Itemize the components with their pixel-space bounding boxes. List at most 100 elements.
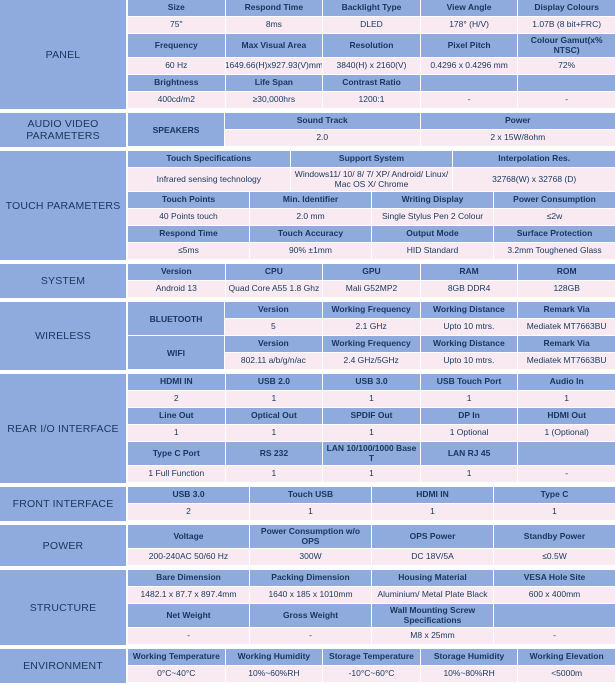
spec-category-label: FRONT INTERFACE bbox=[0, 487, 128, 521]
spec-field-label: Brightness bbox=[128, 75, 226, 92]
spec-field-label: Surface Protection bbox=[494, 226, 615, 243]
spec-field-label: Pixel Pitch bbox=[421, 34, 519, 58]
spec-field-value: ≤2w bbox=[494, 209, 615, 226]
spec-field-value: 90% ±1mm bbox=[250, 243, 372, 260]
spec-field-value: 1 bbox=[323, 391, 421, 408]
spec-data-row: 2.02 x 15W/8ohm bbox=[225, 130, 615, 147]
spec-field-value: - bbox=[421, 92, 519, 109]
spec-header-row: Type C PortRS 232LAN 10/100/1000 Base TL… bbox=[128, 442, 615, 466]
spec-field-value: 3840(H) x 2160(V) bbox=[323, 58, 421, 75]
spec-field-value: 802.11 a/b/g/n/ac bbox=[225, 353, 323, 370]
spec-section: FRONT INTERFACEUSB 3.0Touch USBHDMI INTy… bbox=[0, 485, 615, 523]
spec-field-label: Version bbox=[225, 336, 323, 353]
spec-data-row: 2111 bbox=[128, 504, 615, 521]
spec-category-label: POWER bbox=[0, 525, 128, 566]
spec-field-label: Packing Dimension bbox=[250, 570, 372, 587]
spec-field-label: Gross Weight bbox=[250, 604, 372, 628]
spec-field-value: Aluminium/ Metal Plate Black bbox=[372, 587, 494, 604]
spec-field-label: Version bbox=[225, 302, 323, 319]
spec-field-label: Version bbox=[128, 264, 226, 281]
spec-field-label: Display Colours bbox=[518, 0, 615, 17]
spec-rows: SizeRespond TimeBacklight TypeView Angle… bbox=[128, 0, 615, 109]
spec-field-label: Housing Material bbox=[372, 570, 494, 587]
spec-field-label: Working Frequency bbox=[323, 302, 421, 319]
spec-field-label: Touch Accuracy bbox=[250, 226, 372, 243]
spec-field-label: Remark Via bbox=[518, 336, 615, 353]
spec-header-row: Working TemperatureWorking HumidityStora… bbox=[128, 649, 615, 666]
spec-field-label: Contrast Ratio bbox=[323, 75, 421, 92]
spec-field-label: RS 232 bbox=[226, 442, 324, 466]
spec-field-value: 2.4 GHz/5GHz bbox=[323, 353, 421, 370]
spec-header-row: Line OutOptical OutSPDIF OutDP InHDMI Ou… bbox=[128, 408, 615, 425]
spec-field-value: 72% bbox=[518, 58, 615, 75]
spec-data-row: ≤5ms90% ±1mmHID Standard3.2mm Toughened … bbox=[128, 243, 615, 260]
spec-field-label bbox=[494, 604, 615, 628]
spec-field-value: 1 bbox=[226, 391, 324, 408]
spec-section: STRUCTUREBare DimensionPacking Dimension… bbox=[0, 568, 615, 647]
spec-section: TOUCH PARAMETERSTouch SpecificationsSupp… bbox=[0, 149, 615, 262]
spec-rows: BLUETOOTHVersionWorking FrequencyWorking… bbox=[128, 302, 615, 370]
spec-field-label: Touch Points bbox=[128, 192, 250, 209]
spec-data-row: --M8 x 25mm- bbox=[128, 628, 615, 645]
spec-field-label: Resolution bbox=[323, 34, 421, 58]
spec-field-value: 8GB DDR4 bbox=[421, 281, 519, 298]
spec-field-value: 1640 x 185 x 1010mm bbox=[250, 587, 372, 604]
spec-rows: Working TemperatureWorking HumidityStora… bbox=[128, 649, 615, 683]
spec-field-value: 2.0 bbox=[225, 130, 421, 147]
spec-field-label: Working Temperature bbox=[128, 649, 226, 666]
spec-section: SYSTEMVersionCPUGPURAMROMAndroid 13Quad … bbox=[0, 262, 615, 300]
spec-header-row: Touch PointsMin. IdentifierWriting Displ… bbox=[128, 192, 615, 209]
spec-field-value: - bbox=[518, 92, 615, 109]
spec-field-label: USB 3.0 bbox=[323, 374, 421, 391]
spec-field-value: 5 bbox=[225, 319, 323, 336]
spec-field-value: 10%~60%RH bbox=[226, 666, 324, 683]
spec-field-label: Working Frequency bbox=[323, 336, 421, 353]
spec-field-value: 60 Hz bbox=[128, 58, 226, 75]
spec-field-label: View Angle bbox=[421, 0, 519, 17]
spec-field-value: 2.0 mm bbox=[250, 209, 372, 226]
spec-field-label: Touch Specifications bbox=[128, 151, 291, 168]
spec-data-row: 1111 Optional1 (Optional) bbox=[128, 425, 615, 442]
spec-field-label: Power Consumption bbox=[494, 192, 615, 209]
spec-category-label: STRUCTURE bbox=[0, 570, 128, 645]
spec-subgroup: BLUETOOTHVersionWorking FrequencyWorking… bbox=[128, 302, 615, 336]
spec-field-label: Wall Mounting Screw Specifications bbox=[372, 604, 494, 628]
spec-field-value: 1 (Optional) bbox=[518, 425, 615, 442]
spec-field-label: Respond Time bbox=[226, 0, 324, 17]
spec-field-label: Storage Temperature bbox=[323, 649, 421, 666]
spec-field-label: HDMI IN bbox=[128, 374, 226, 391]
spec-field-label: Colour Gamut(x% NTSC) bbox=[518, 34, 615, 58]
spec-category-label: SYSTEM bbox=[0, 264, 128, 298]
spec-header-row: Net WeightGross WeightWall Mounting Scre… bbox=[128, 604, 615, 628]
spec-category-label: ENVIRONMENT bbox=[0, 649, 128, 683]
spec-header-row: USB 3.0Touch USBHDMI INType C bbox=[128, 487, 615, 504]
spec-field-value: ≥30,000hrs bbox=[226, 92, 324, 109]
spec-field-value: Upto 10 mtrs. bbox=[421, 353, 519, 370]
spec-field-label: Min. Identifier bbox=[250, 192, 372, 209]
spec-category-label: REAR I/O INTERFACE bbox=[0, 374, 128, 483]
spec-field-label: Interpolation Res. bbox=[453, 151, 615, 168]
spec-field-label bbox=[421, 75, 519, 92]
spec-subgroup: SPEAKERSSound TrackPower2.02 x 15W/8ohm bbox=[128, 113, 615, 147]
spec-field-value: M8 x 25mm bbox=[372, 628, 494, 645]
spec-field-value: DLED bbox=[323, 17, 421, 34]
spec-field-label: Remark Via bbox=[518, 302, 615, 319]
spec-field-label: Touch USB bbox=[250, 487, 372, 504]
spec-rows: Touch SpecificationsSupport SystemInterp… bbox=[128, 151, 615, 260]
spec-section: POWERVoltagePower Consumption w/o OPSOPS… bbox=[0, 523, 615, 568]
spec-subgroup: WIFIVersionWorking FrequencyWorking Dist… bbox=[128, 336, 615, 370]
spec-field-value: 1 bbox=[226, 466, 324, 483]
spec-field-value: 2 bbox=[128, 504, 250, 521]
spec-field-label: ROM bbox=[518, 264, 615, 281]
spec-field-value: 1 bbox=[421, 466, 519, 483]
spec-field-value: 0.4296 x 0.4296 mm bbox=[421, 58, 519, 75]
spec-field-label: Sound Track bbox=[225, 113, 421, 130]
spec-field-value: Upto 10 mtrs. bbox=[421, 319, 519, 336]
spec-field-value: 1 bbox=[372, 504, 494, 521]
spec-field-value: 2.1 GHz bbox=[323, 319, 421, 336]
spec-field-value: 1 Full Function bbox=[128, 466, 226, 483]
spec-field-value: 2 x 15W/8ohm bbox=[421, 130, 615, 147]
spec-field-label: Bare Dimension bbox=[128, 570, 250, 587]
spec-field-value: - bbox=[128, 628, 250, 645]
spec-field-value: 1200:1 bbox=[323, 92, 421, 109]
